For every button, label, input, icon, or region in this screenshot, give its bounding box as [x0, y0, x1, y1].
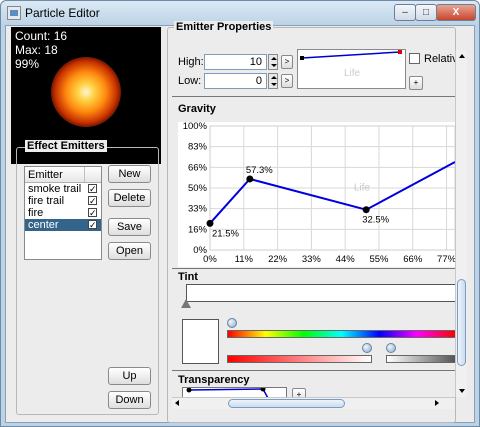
emitter-enabled-checkbox[interactable]: ✓: [88, 208, 97, 218]
high-arrow-button[interactable]: >: [281, 55, 293, 69]
brightness-slider-knob[interactable]: [386, 343, 396, 353]
close-button[interactable]: X: [436, 4, 476, 21]
emitter-row[interactable]: fire trail ✓: [25, 195, 101, 207]
data-point: [362, 206, 370, 214]
save-button[interactable]: Save: [108, 218, 151, 236]
gravity-chart-svg[interactable]: 0% 11% 22% 33% 44% 55% 66% 77% 100% 83% 66% 50% 33% 1…: [178, 122, 455, 267]
emitter-name: smoke trail: [28, 183, 82, 195]
app-icon: [7, 6, 21, 20]
emitter-table[interactable]: Emitter smoke trail ✓ fire trail ✓ fire ✓ c…: [24, 166, 102, 260]
y-tick-label: 0%: [193, 245, 207, 256]
emitter-name: center: [28, 219, 59, 231]
transparency-title: Transparency: [178, 374, 250, 386]
emitter-enabled-checkbox[interactable]: ✓: [88, 196, 97, 206]
x-tick-label: 11%: [235, 254, 254, 265]
emitter-column-header: Emitter: [25, 167, 85, 182]
low-label: Low:: [178, 75, 202, 87]
minimize-button[interactable]: –: [394, 4, 416, 21]
y-tick-label: 66%: [188, 162, 208, 173]
up-button[interactable]: Up: [108, 367, 151, 385]
separator: [172, 268, 455, 269]
emitter-table-header: Emitter: [25, 167, 101, 183]
properties-horizontal-scrollbar[interactable]: [172, 397, 455, 409]
y-tick-label: 16%: [188, 224, 208, 235]
add-point-button[interactable]: +: [409, 76, 423, 90]
separator: [172, 96, 455, 97]
hue-slider-knob[interactable]: [227, 318, 237, 328]
tint-marker-handle[interactable]: [181, 299, 191, 308]
x-axis-life-label: Life: [354, 182, 371, 193]
gravity-title: Gravity: [178, 103, 216, 115]
data-label: 32.5%: [362, 215, 389, 226]
emitter-row[interactable]: smoke trail ✓: [25, 183, 101, 195]
mini-graph-life-label: Life: [344, 68, 361, 79]
delete-button[interactable]: Delete: [108, 189, 151, 207]
low-input[interactable]: 0: [204, 73, 267, 89]
data-point: [246, 175, 254, 183]
low-arrow-button[interactable]: >: [281, 74, 293, 88]
gravity-graph[interactable]: 0% 11% 22% 33% 44% 55% 66% 77% 100% 83% 66% 50% 33% 1…: [178, 122, 455, 267]
vertical-scroll-thumb[interactable]: [457, 279, 466, 366]
max-label: Max: 18: [15, 43, 58, 57]
x-tick-label: 77%: [437, 254, 455, 265]
emitter-row-selected[interactable]: center ✓: [25, 219, 101, 231]
particle-editor-window: Particle Editor – □ X Count: 16 Max: 18 …: [0, 0, 480, 427]
scroll-right-arrow-icon[interactable]: [435, 400, 439, 406]
down-button[interactable]: Down: [108, 391, 151, 409]
saturation-slider[interactable]: [227, 355, 372, 363]
y-tick-label: 33%: [188, 204, 208, 215]
high-input[interactable]: 10: [204, 54, 267, 70]
x-tick-label: 33%: [302, 254, 322, 265]
y-tick-label: 100%: [183, 122, 208, 132]
maximize-button[interactable]: □: [415, 4, 437, 21]
open-button[interactable]: Open: [108, 242, 151, 260]
data-label: 21.5%: [212, 228, 239, 239]
tint-gradient-bar[interactable]: [186, 284, 456, 302]
emitter-enabled-checkbox[interactable]: ✓: [88, 220, 97, 230]
y-tick-label: 83%: [188, 142, 208, 153]
data-label: 57.3%: [246, 165, 273, 176]
hue-slider[interactable]: [227, 330, 456, 338]
separator: [172, 370, 455, 371]
scroll-up-arrow-icon[interactable]: [459, 54, 465, 58]
emitter-name: fire trail: [28, 195, 65, 207]
horizontal-scroll-thumb[interactable]: [228, 399, 345, 408]
scroll-down-arrow-icon[interactable]: [459, 389, 465, 393]
emission-mini-graph[interactable]: Life: [297, 49, 406, 89]
window-title: Particle Editor: [25, 6, 100, 20]
emitter-properties-legend: Emitter Properties: [174, 21, 274, 33]
x-tick-label: 55%: [369, 254, 389, 265]
percent-label: 99%: [15, 57, 40, 71]
saturation-slider-knob[interactable]: [362, 343, 372, 353]
high-spinner[interactable]: [268, 54, 278, 70]
x-tick-label: 22%: [268, 254, 288, 265]
new-button[interactable]: New: [108, 165, 151, 183]
effect-emitters-legend: Effect Emitters: [25, 140, 107, 152]
high-label: High:: [178, 56, 204, 68]
low-spinner[interactable]: [268, 73, 278, 89]
emitter-enabled-checkbox[interactable]: ✓: [88, 184, 97, 194]
x-tick-label: 66%: [403, 254, 423, 265]
emitter-row[interactable]: fire ✓: [25, 207, 101, 219]
data-point: [206, 219, 214, 227]
relative-checkbox[interactable]: [409, 53, 420, 64]
count-label: Count: 16: [15, 29, 68, 43]
editor-client-area: Count: 16 Max: 18 99% Effect Emitters Em…: [5, 21, 475, 423]
x-tick-label: 44%: [336, 254, 356, 265]
tint-color-swatch: [182, 319, 219, 364]
scroll-left-arrow-icon[interactable]: [175, 400, 179, 406]
brightness-slider[interactable]: [386, 355, 456, 363]
fire-particle-effect: [51, 57, 121, 127]
emitter-name: fire: [28, 207, 44, 219]
tint-title: Tint: [178, 271, 198, 283]
y-tick-label: 50%: [188, 183, 208, 194]
